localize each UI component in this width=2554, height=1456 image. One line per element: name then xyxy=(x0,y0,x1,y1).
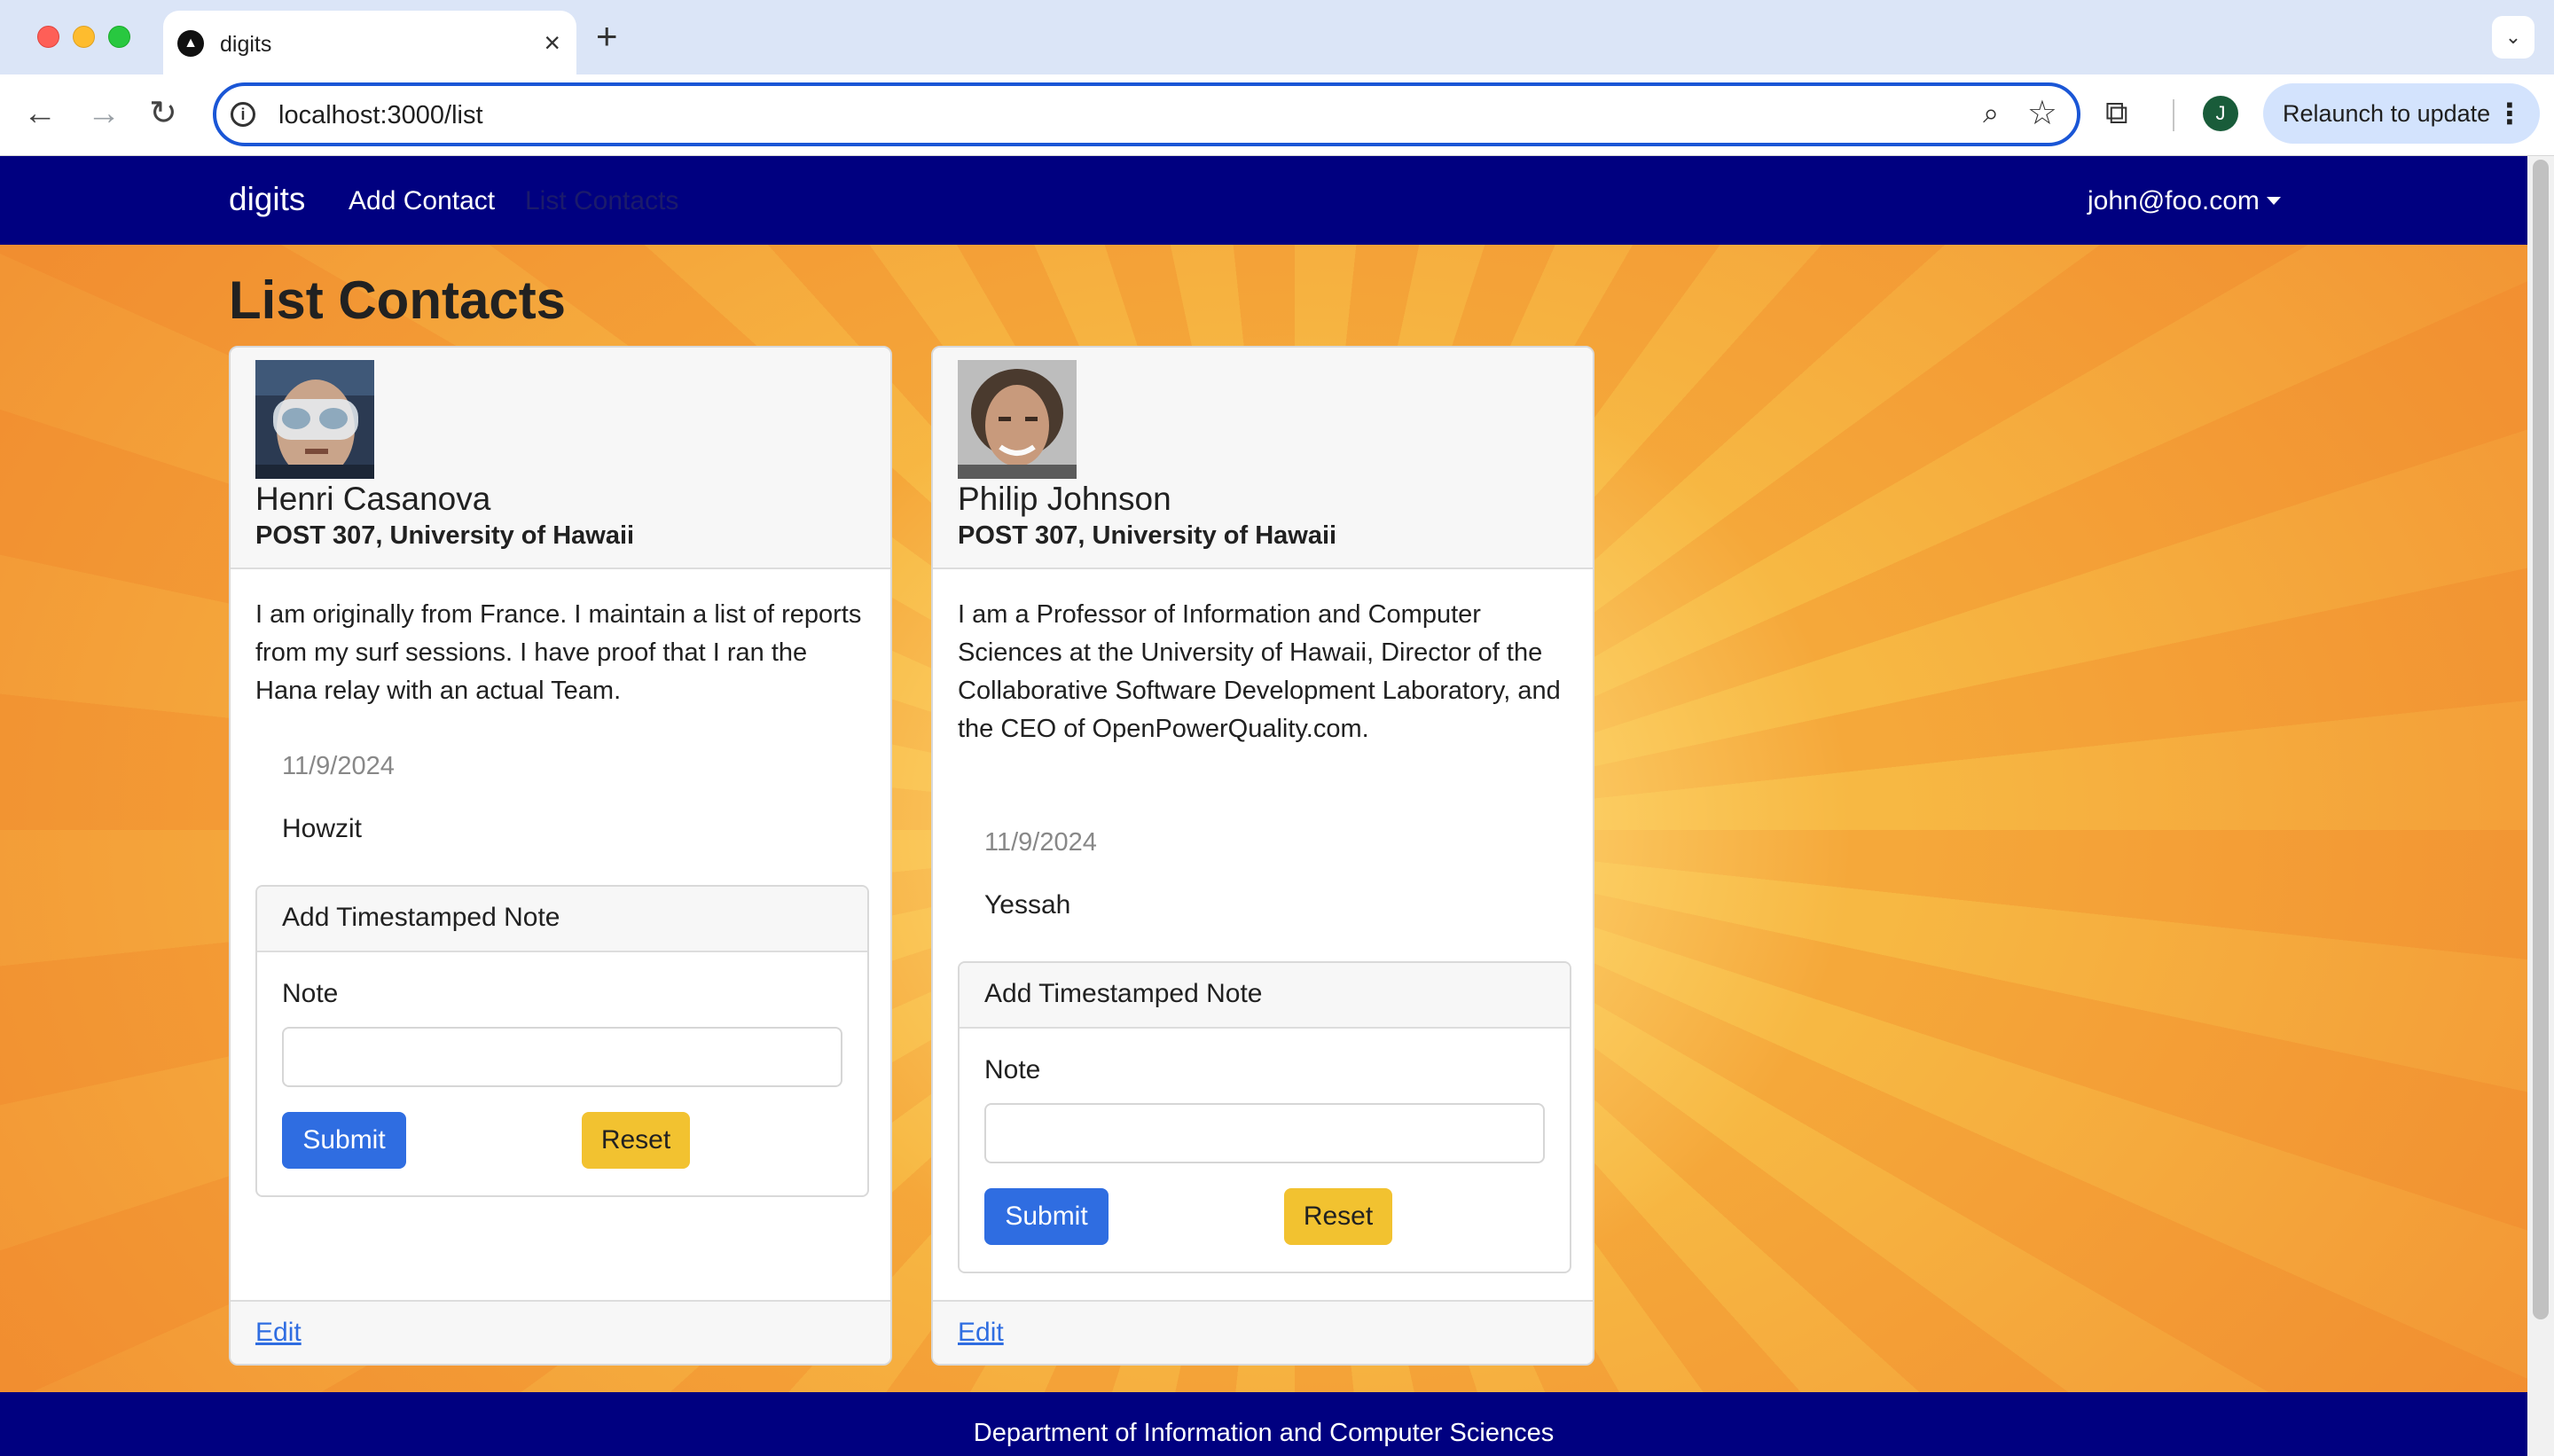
close-tab-icon[interactable]: × xyxy=(544,27,560,59)
forward-arrow-icon[interactable]: → xyxy=(87,94,121,133)
browser-tab[interactable]: ▲ digits × xyxy=(163,11,576,74)
reset-button[interactable]: Reset xyxy=(1284,1188,1392,1245)
page-footer: Department of Information and Computer S… xyxy=(0,1392,2527,1456)
toolbar-divider xyxy=(2173,99,2174,131)
user-email: john@foo.com xyxy=(2088,186,2260,215)
card-header: Henri Casanova POST 307, University of H… xyxy=(231,348,890,569)
more-vertical-icon[interactable]: ⋮ xyxy=(2495,83,2524,144)
maximize-window-button[interactable] xyxy=(108,26,130,48)
contact-card: Henri Casanova POST 307, University of H… xyxy=(229,346,892,1366)
add-note-header: Add Timestamped Note xyxy=(257,887,867,952)
card-header: Philip Johnson POST 307, University of H… xyxy=(933,348,1593,569)
triangle-favicon-icon: ▲ xyxy=(177,30,204,57)
footer-text: Department of Information and Computer S… xyxy=(973,1419,1555,1447)
profile-avatar[interactable]: J xyxy=(2203,96,2238,131)
note-input[interactable] xyxy=(282,1027,842,1087)
add-note-header: Add Timestamped Note xyxy=(960,963,1570,1029)
card-footer: Edit xyxy=(933,1300,1593,1364)
contact-description: I am a Professor of Information and Comp… xyxy=(958,600,1561,743)
brand-link[interactable]: digits xyxy=(229,181,305,218)
contact-address: POST 307, University of Hawaii xyxy=(958,521,1337,550)
url-text[interactable]: localhost:3000/list xyxy=(278,101,483,130)
contact-description: I am originally from France. I maintain … xyxy=(255,600,862,705)
submit-button[interactable]: Submit xyxy=(984,1188,1109,1245)
new-tab-icon[interactable]: + xyxy=(596,16,618,57)
submit-button[interactable]: Submit xyxy=(282,1112,406,1169)
card-footer: Edit xyxy=(231,1300,890,1364)
add-note-form: Add Timestamped Note Note Submit Reset xyxy=(958,961,1571,1273)
note-input[interactable] xyxy=(984,1103,1545,1163)
nav-add-contact[interactable]: Add Contact xyxy=(349,186,495,216)
relaunch-to-update-button[interactable]: Relaunch to update ⋮ xyxy=(2263,83,2540,144)
site-info-icon[interactable]: i xyxy=(231,102,255,127)
extensions-puzzle-icon[interactable]: ⧉ xyxy=(2105,94,2128,132)
scrollbar-thumb[interactable] xyxy=(2533,160,2549,1319)
minimize-window-button[interactable] xyxy=(73,26,95,48)
contact-photo xyxy=(255,360,374,479)
chevron-down-icon[interactable]: ⌄ xyxy=(2492,16,2534,59)
contact-photo xyxy=(958,360,1077,479)
contact-address: POST 307, University of Hawaii xyxy=(255,521,635,550)
note-text: Yessah xyxy=(984,890,1071,920)
page-title: List Contacts xyxy=(229,270,567,330)
close-window-button[interactable] xyxy=(37,26,59,48)
browser-tab-strip: ▲ digits × + ⌄ xyxy=(0,0,2554,74)
back-arrow-icon[interactable]: ← xyxy=(23,94,57,133)
address-bar[interactable]: i localhost:3000/list ⌕ ☆ xyxy=(213,82,2080,146)
caret-down-icon xyxy=(2266,197,2281,205)
note-label: Note xyxy=(282,979,339,1008)
note-date: 11/9/2024 xyxy=(984,828,1097,857)
user-dropdown[interactable]: john@foo.com xyxy=(2088,186,2281,216)
relaunch-label: Relaunch to update xyxy=(2283,100,2491,127)
browser-toolbar: ← → ↻ i localhost:3000/list ⌕ ☆ xyxy=(0,74,2554,156)
edit-link[interactable]: Edit xyxy=(958,1318,1004,1348)
nav-list-contacts[interactable]: List Contacts xyxy=(525,186,678,216)
reload-icon[interactable]: ↻ xyxy=(149,94,177,133)
reset-button[interactable]: Reset xyxy=(582,1112,690,1169)
app-navbar: digits Add Contact List Contacts john@fo… xyxy=(0,156,2527,245)
note-date: 11/9/2024 xyxy=(282,752,395,780)
page-viewport: digits Add Contact List Contacts john@fo… xyxy=(0,156,2554,1456)
bookmark-star-icon[interactable]: ☆ xyxy=(2027,93,2057,133)
tab-title: digits xyxy=(220,32,272,57)
contact-name: Philip Johnson xyxy=(958,481,1171,517)
edit-link[interactable]: Edit xyxy=(255,1318,302,1348)
contact-card: Philip Johnson POST 307, University of H… xyxy=(931,346,1594,1366)
add-note-form: Add Timestamped Note Note Submit Reset xyxy=(255,885,869,1197)
contact-name: Henri Casanova xyxy=(255,481,491,517)
zoom-icon[interactable]: ⌕ xyxy=(1983,97,1999,130)
note-label: Note xyxy=(984,1055,1041,1084)
note-text: Howzit xyxy=(282,814,363,843)
